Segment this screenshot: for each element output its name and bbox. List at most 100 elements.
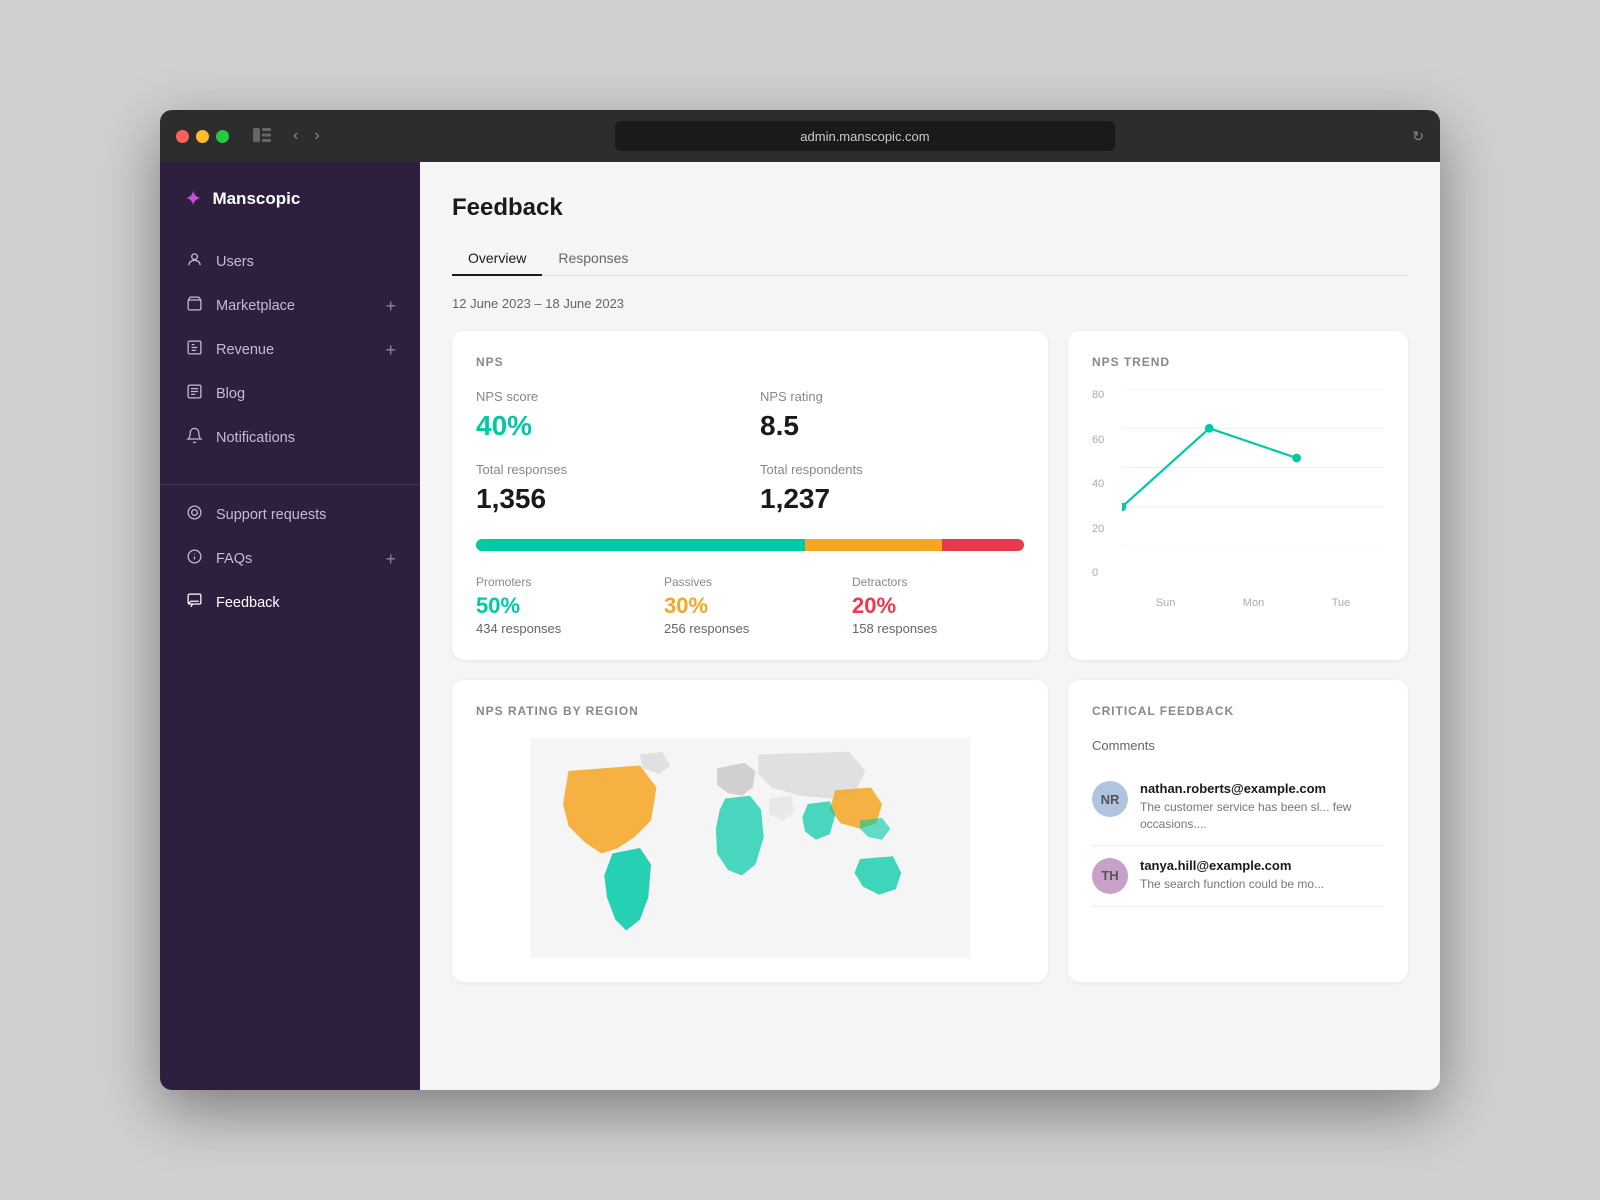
comment-text-2: The search function could be mo... <box>1140 876 1324 893</box>
sidebar-item-notifications[interactable]: Notifications <box>160 416 420 460</box>
chart-x-labels: Sun Mon Tue <box>1122 597 1384 609</box>
critical-feedback-card: CRITICAL FEEDBACK Comments NR nathan.rob… <box>1068 680 1408 982</box>
comment-avatar-1: NR <box>1092 781 1128 817</box>
address-bar[interactable]: admin.manscopic.com <box>615 121 1115 151</box>
promoters-count: 434 responses <box>476 621 648 636</box>
passives-count: 256 responses <box>664 621 836 636</box>
promoters-block: Promoters 50% 434 responses <box>476 575 648 636</box>
trend-card-title: NPS TREND <box>1092 355 1384 369</box>
detractors-label: Detractors <box>852 575 1024 589</box>
logo-text: Manscopic <box>212 189 300 209</box>
nav-divider <box>160 484 420 485</box>
sidebar-item-marketplace[interactable]: Marketplace + <box>160 284 420 328</box>
user-icon <box>184 251 204 273</box>
total-respondents-label: Total respondents <box>760 462 1024 477</box>
nps-card-title: NPS <box>476 355 1024 369</box>
comment-item-1: NR nathan.roberts@example.com The custom… <box>1092 769 1384 846</box>
nav-section-secondary: Support requests FAQs + <box>160 493 420 641</box>
sidebar-item-label: Users <box>216 254 254 270</box>
minimize-button[interactable] <box>196 130 209 143</box>
sidebar-item-users[interactable]: Users <box>160 240 420 284</box>
comment-body-2: tanya.hill@example.com The search functi… <box>1140 858 1324 894</box>
passives-label: Passives <box>664 575 836 589</box>
sidebar-item-feedback[interactable]: Feedback <box>160 581 420 625</box>
detractors-bar <box>942 539 1024 551</box>
support-icon <box>184 504 204 526</box>
total-responses-value: 1,356 <box>476 483 740 515</box>
chart-y-labels: 80 60 40 20 0 <box>1092 389 1120 579</box>
feedback-icon <box>184 592 204 614</box>
passives-pct: 30% <box>664 593 836 619</box>
comment-item-2: TH tanya.hill@example.com The search fun… <box>1092 846 1384 907</box>
marketplace-plus-icon[interactable]: + <box>385 296 396 317</box>
breakdown-grid: Promoters 50% 434 responses Passives 30%… <box>476 575 1024 636</box>
passives-bar <box>805 539 942 551</box>
critical-subtitle: Comments <box>1092 738 1384 753</box>
nps-score-block: NPS score 40% <box>476 389 740 442</box>
maximize-button[interactable] <box>216 130 229 143</box>
comment-email-2: tanya.hill@example.com <box>1140 858 1324 873</box>
detractors-block: Detractors 20% 158 responses <box>852 575 1024 636</box>
promoters-bar <box>476 539 805 551</box>
sidebar-item-label: FAQs <box>216 551 252 567</box>
total-respondents-value: 1,237 <box>760 483 1024 515</box>
total-responses-label: Total responses <box>476 462 740 477</box>
detractors-pct: 20% <box>852 593 1024 619</box>
sidebar-item-label: Notifications <box>216 430 295 446</box>
region-map-card: NPS RATING BY REGION <box>452 680 1048 982</box>
traffic-lights <box>176 130 229 143</box>
sidebar-item-revenue[interactable]: Revenue + <box>160 328 420 372</box>
map-svg <box>476 738 1024 958</box>
faqs-plus-icon[interactable]: + <box>385 549 396 570</box>
tabs-container: Overview Responses <box>452 242 1408 276</box>
address-text: admin.manscopic.com <box>800 129 929 144</box>
date-range: 12 June 2023 – 18 June 2023 <box>452 296 1408 311</box>
sidebar-item-label: Support requests <box>216 507 326 523</box>
sidebar-item-blog[interactable]: Blog <box>160 372 420 416</box>
forward-button[interactable]: › <box>308 123 325 149</box>
nps-trend-card: NPS TREND 80 60 40 20 0 <box>1068 331 1408 660</box>
marketplace-icon <box>184 295 204 317</box>
total-respondents-block: Total respondents 1,237 <box>760 462 1024 515</box>
nps-rating-block: NPS rating 8.5 <box>760 389 1024 442</box>
trend-chart-svg <box>1122 389 1384 546</box>
comment-body-1: nathan.roberts@example.com The customer … <box>1140 781 1384 833</box>
passives-block: Passives 30% 256 responses <box>664 575 836 636</box>
region-card-title: NPS RATING BY REGION <box>476 704 1024 718</box>
sidebar-item-support[interactable]: Support requests <box>160 493 420 537</box>
comment-avatar-2: TH <box>1092 858 1128 894</box>
sidebar-item-label: Feedback <box>216 595 280 611</box>
total-responses-block: Total responses 1,356 <box>476 462 740 515</box>
promoters-label: Promoters <box>476 575 648 589</box>
logo-icon: ✦ <box>184 186 202 212</box>
comment-text-1: The customer service has been sl... few … <box>1140 799 1384 833</box>
close-button[interactable] <box>176 130 189 143</box>
sidebar-toggle-button[interactable] <box>249 124 275 149</box>
blog-icon <box>184 383 204 405</box>
tab-responses[interactable]: Responses <box>542 242 644 276</box>
nps-score-value: 40% <box>476 410 740 442</box>
back-button[interactable]: ‹ <box>287 123 304 149</box>
comment-email-1: nathan.roberts@example.com <box>1140 781 1384 796</box>
nav-section-main: Users Marketplace + <box>160 240 420 476</box>
sidebar: ✦ Manscopic Users <box>160 162 420 1090</box>
nav-buttons: ‹ › <box>287 123 326 149</box>
trend-chart: 80 60 40 20 0 <box>1092 389 1384 609</box>
nps-progress-bar <box>476 539 1024 551</box>
revenue-icon <box>184 339 204 361</box>
world-map <box>476 738 1024 958</box>
sidebar-item-faqs[interactable]: FAQs + <box>160 537 420 581</box>
detractors-count: 158 responses <box>852 621 1024 636</box>
main-content: Feedback Overview Responses 12 June 2023… <box>420 162 1440 1090</box>
reload-button[interactable]: ↻ <box>1412 128 1424 145</box>
tab-overview[interactable]: Overview <box>452 242 542 276</box>
revenue-plus-icon[interactable]: + <box>385 340 396 361</box>
nps-card: NPS NPS score 40% NPS rating 8.5 Total r… <box>452 331 1048 660</box>
critical-card-title: CRITICAL FEEDBACK <box>1092 704 1384 718</box>
bell-icon <box>184 427 204 449</box>
sidebar-item-label: Blog <box>216 386 245 402</box>
nps-rating-value: 8.5 <box>760 410 1024 442</box>
sidebar-item-label: Revenue <box>216 342 274 358</box>
page-title: Feedback <box>452 194 1408 222</box>
browser-chrome: ‹ › admin.manscopic.com ↻ <box>160 110 1440 162</box>
